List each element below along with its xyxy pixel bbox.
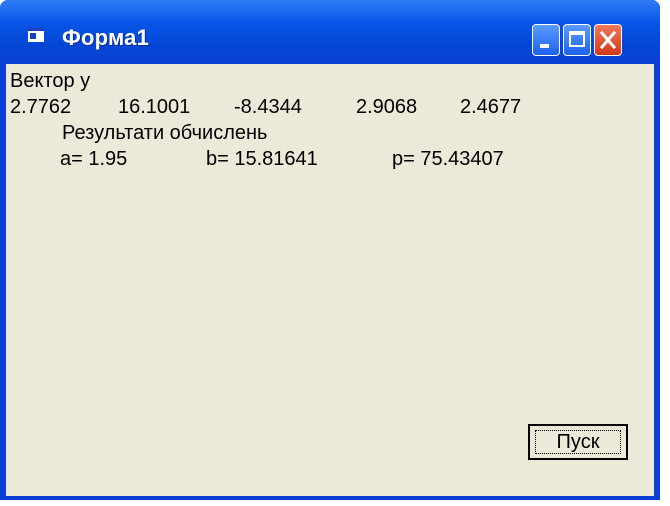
window-title: Форма1	[62, 25, 150, 50]
maximize-icon	[569, 31, 585, 47]
maximize-button[interactable]	[563, 24, 591, 56]
title-bar[interactable]: Форма1	[0, 0, 660, 64]
vector-label: Вектор y	[10, 70, 91, 92]
results-heading: Результати обчислень	[62, 122, 268, 144]
result-p: p= 75.43407	[392, 148, 504, 170]
start-button-focus: Пуск	[535, 430, 621, 454]
form-client-area: Вектор y 2.7762 16.1001 -8.4344 2.9068 2…	[6, 64, 654, 496]
vector-value: 2.4677	[460, 96, 522, 118]
start-button[interactable]: Пуск	[528, 424, 628, 460]
close-icon	[599, 30, 617, 50]
close-button[interactable]	[594, 24, 622, 56]
main-window: Форма1 Вектор y 2.7762 16.1001 -8.4344 2…	[0, 0, 660, 500]
minimize-button[interactable]	[532, 24, 560, 56]
result-a: a= 1.95	[60, 148, 128, 170]
vector-value: 16.1001	[118, 96, 191, 118]
result-b: b= 15.81641	[206, 148, 318, 170]
minimize-icon	[540, 44, 549, 48]
start-button-label: Пуск	[556, 430, 600, 453]
vector-value: 2.7762	[10, 96, 72, 118]
form-icon	[28, 28, 44, 42]
vector-value: 2.9068	[356, 96, 418, 118]
vector-value: -8.4344	[234, 96, 302, 118]
